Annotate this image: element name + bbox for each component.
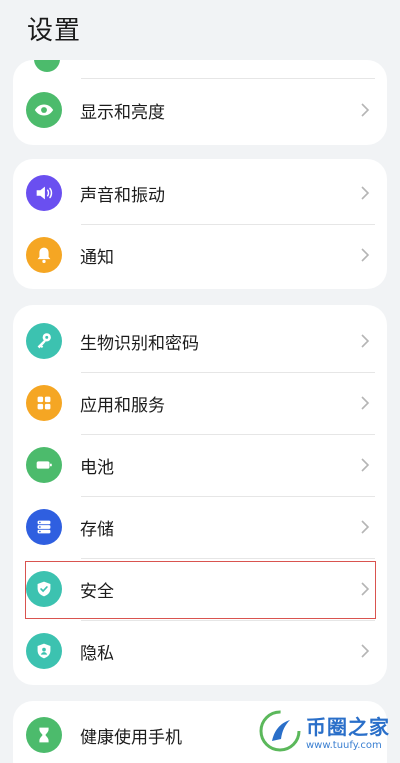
partial-icon — [34, 60, 60, 72]
watermark-url: www.tuufy.com — [306, 740, 382, 751]
settings-item-label: 通知 — [80, 247, 114, 268]
settings-item-privacy[interactable]: 隐私 — [13, 620, 387, 682]
settings-item-label: 电池 — [80, 457, 114, 478]
apps-grid-icon — [26, 385, 62, 421]
settings-item-battery[interactable]: 电池 — [13, 434, 387, 496]
settings-item-label: 生物识别和密码 — [80, 333, 199, 354]
chevron-right-icon — [361, 334, 370, 348]
settings-item-biometric[interactable]: 生物识别和密码 — [13, 310, 387, 372]
watermark: 币圈之家 www.tuufy.com — [258, 709, 390, 753]
chevron-right-icon — [361, 186, 370, 200]
settings-group-security: 生物识别和密码 应用和服务 电池 存储 安全 隐私 — [13, 305, 387, 685]
settings-group-display: 显示和亮度 — [13, 60, 387, 145]
battery-icon — [26, 447, 62, 483]
watermark-logo-icon — [259, 710, 301, 752]
shield-check-icon — [26, 571, 62, 607]
settings-item-label: 存储 — [80, 519, 114, 540]
key-icon — [26, 323, 62, 359]
settings-item-display[interactable]: 显示和亮度 — [13, 79, 387, 141]
settings-item-apps[interactable]: 应用和服务 — [13, 372, 387, 434]
chevron-right-icon — [361, 644, 370, 658]
settings-group-sound: 声音和振动 通知 — [13, 159, 387, 289]
chevron-right-icon — [361, 582, 370, 596]
settings-item-label: 声音和振动 — [80, 185, 165, 206]
chevron-right-icon — [361, 458, 370, 472]
chevron-right-icon — [361, 520, 370, 534]
storage-icon — [26, 509, 62, 545]
chevron-right-icon — [361, 248, 370, 262]
settings-item-sound[interactable]: 声音和振动 — [13, 162, 387, 224]
settings-item-label: 应用和服务 — [80, 395, 165, 416]
bell-icon — [26, 237, 62, 273]
hourglass-icon — [26, 717, 62, 753]
speaker-icon — [26, 175, 62, 211]
page-title: 设置 — [27, 16, 82, 46]
chevron-right-icon — [361, 103, 370, 117]
settings-item-notifications[interactable]: 通知 — [13, 224, 387, 286]
settings-item-storage[interactable]: 存储 — [13, 496, 387, 558]
eye-icon — [26, 92, 62, 128]
settings-item-label: 隐私 — [80, 643, 114, 664]
chevron-right-icon — [361, 396, 370, 410]
settings-item-security[interactable]: 安全 — [13, 558, 387, 620]
watermark-text: 币圈之家 — [306, 715, 390, 739]
privacy-shield-icon — [26, 633, 62, 669]
settings-item-label: 显示和亮度 — [80, 102, 165, 123]
settings-item-label: 安全 — [80, 581, 114, 602]
